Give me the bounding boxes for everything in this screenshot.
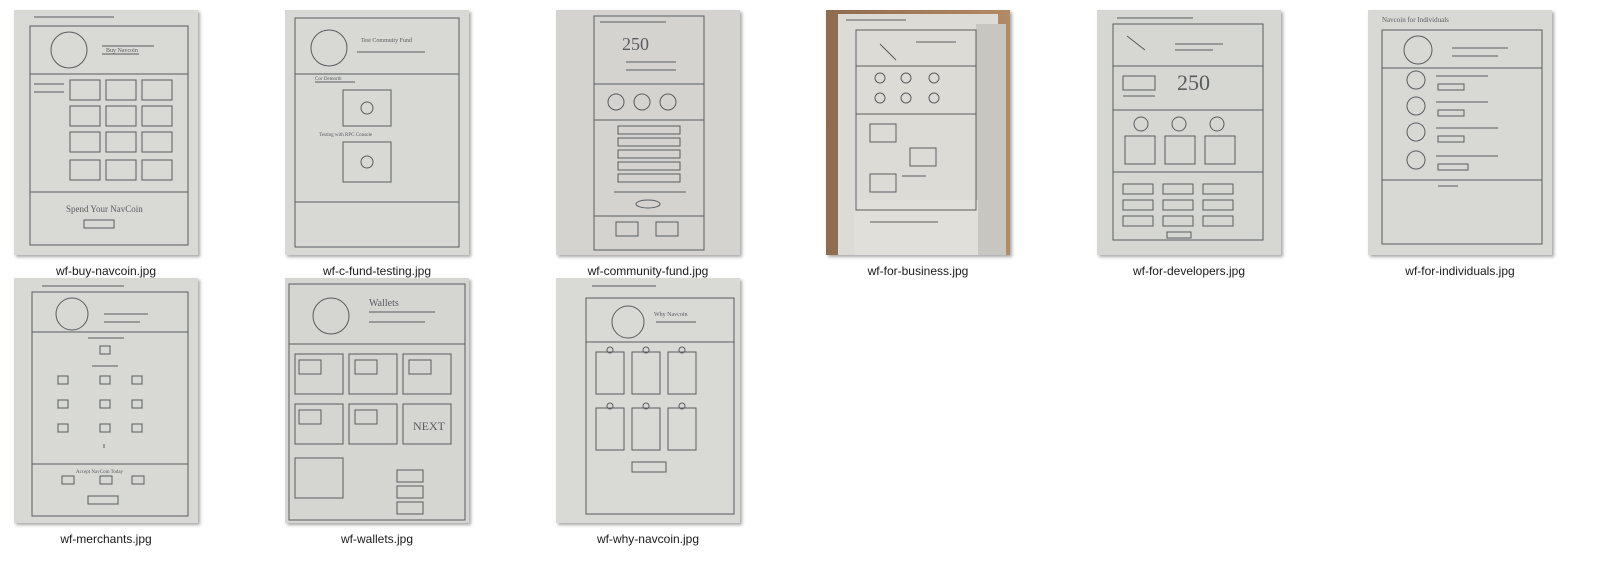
file-tile-buy-navcoin[interactable]: Buy Navcoin Spend Your NavCoin wf-buy-na… [14,10,198,278]
wireframe-sketch: 250 [1097,10,1281,255]
wireframe-sketch: Accept NavCoin Today [14,278,198,523]
file-tile-community-fund[interactable]: 250 wf-community-fund.jpg [556,10,740,278]
file-tile-why-navcoin[interactable]: Why Navcoin wf-why-navcoin.jpg [556,278,740,546]
wireframe-sketch: Wallets NEXT [285,278,469,523]
wireframe-sketch: Test Commuity Fund Cor Demorth Testing w… [285,10,469,255]
sketch-heading: Wallets [369,298,399,309]
thumbnail-wallets: Wallets NEXT [285,278,469,523]
file-name: wf-c-fund-testing.jpg [322,264,432,278]
sketch-heading: Why Navcoin [654,312,688,318]
file-tile-merchants[interactable]: Accept NavCoin Today wf-merchants.jpg [14,278,198,546]
thumbnail-for-individuals: Navcoin for Individuals [1368,10,1552,255]
thumbnail-community-fund: 250 [556,10,740,255]
sketch-section-1: Cor Demorth [315,77,342,82]
thumbnail-c-fund-testing: Test Commuity Fund Cor Demorth Testing w… [285,10,469,255]
sketch-heading: Buy Navcoin [106,48,138,54]
sketch-heading: Test Commuity Fund [361,38,412,44]
file-explorer-grid: Buy Navcoin Spend Your NavCoin wf-buy-na… [0,0,1621,566]
file-name: wf-buy-navcoin.jpg [55,264,157,278]
file-tile-c-fund-testing[interactable]: Test Commuity Fund Cor Demorth Testing w… [285,10,469,278]
file-name: wf-why-navcoin.jpg [596,532,700,546]
file-tile-wallets[interactable]: Wallets NEXT wf-wallets.jpg [285,278,469,546]
sketch-big-number: 250 [1177,70,1210,95]
thumbnail-why-navcoin: Why Navcoin [556,278,740,523]
sketch-heading: Navcoin for Individuals [1382,16,1449,24]
sketch-footer-text: Accept NavCoin Today [76,470,124,475]
thumbnail-for-developers: 250 [1097,10,1281,255]
file-tile-for-business[interactable]: wf-for-business.jpg [826,10,1010,278]
wireframe-sketch: 250 [556,10,740,255]
file-name: wf-wallets.jpg [340,532,414,546]
wireframe-sketch: Why Navcoin [556,278,740,523]
file-name: wf-for-developers.jpg [1132,264,1246,278]
file-name: wf-for-business.jpg [867,264,969,278]
thumbnail-merchants: Accept NavCoin Today [14,278,198,523]
wireframe-sketch [826,10,1010,255]
thumbnail-buy-navcoin: Buy Navcoin Spend Your NavCoin [14,10,198,255]
sketch-footer-text: Spend Your NavCoin [66,204,143,214]
file-name: wf-community-fund.jpg [587,264,709,278]
sketch-section-2: Testing with RPC Console [319,133,373,138]
file-tile-for-developers[interactable]: 250 wf-for-developers.jpg [1097,10,1281,278]
wireframe-sketch: Buy Navcoin Spend Your NavCoin [14,10,198,255]
sketch-big-number: 250 [622,34,649,54]
thumbnail-for-business [826,10,1010,255]
file-tile-for-individuals[interactable]: Navcoin for Individuals wf-for-individua… [1368,10,1552,278]
sketch-next-label: NEXT [413,419,446,433]
file-name: wf-for-individuals.jpg [1405,264,1515,278]
wireframe-sketch: Navcoin for Individuals [1368,10,1552,255]
file-name: wf-merchants.jpg [60,532,152,546]
